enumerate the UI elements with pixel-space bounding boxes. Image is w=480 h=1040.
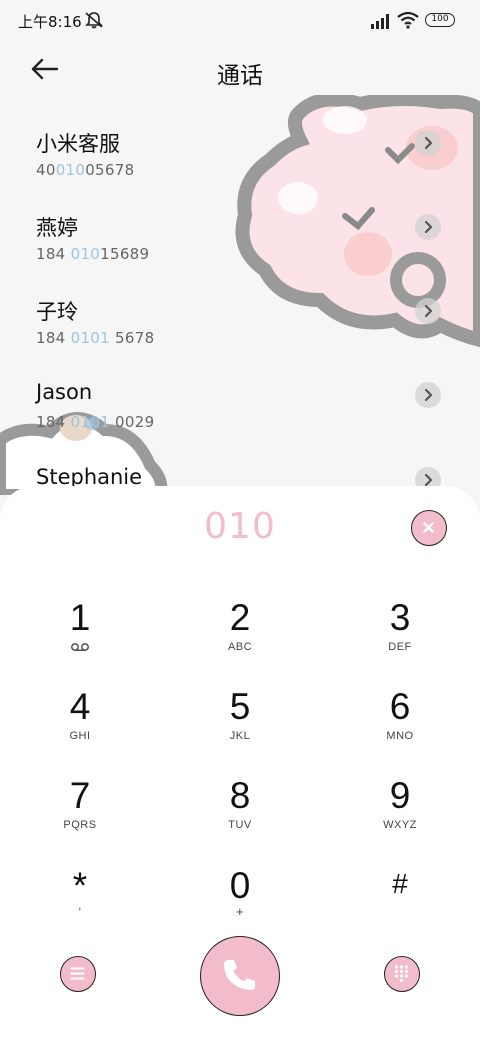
chevron-right-icon	[424, 388, 433, 402]
key-letters: ,	[78, 900, 82, 912]
key-letters: +	[235, 904, 245, 919]
page-title: 通话	[217, 63, 263, 89]
wifi-icon	[397, 11, 419, 29]
phone-icon	[224, 960, 255, 990]
list-item[interactable]: 子玲 184 0101 5678	[0, 296, 480, 380]
clear-button[interactable]	[411, 510, 447, 546]
contact-name: 燕婷	[36, 216, 78, 240]
contact-detail-button[interactable]	[415, 130, 441, 156]
contact-number: 4001005678	[36, 161, 135, 179]
dialpad-icon	[394, 965, 409, 983]
contact-number: 184 0101 0029	[36, 413, 155, 431]
close-icon	[423, 522, 434, 533]
voicemail-icon	[71, 643, 89, 651]
chevron-right-icon	[424, 136, 433, 150]
key-digit: 2	[229, 597, 251, 638]
keypad-toggle-button[interactable]	[384, 956, 420, 992]
dial-key-1[interactable]: 1	[20, 598, 140, 674]
dial-key-7[interactable]: 7 PQRS	[20, 776, 140, 852]
key-letters: JKL	[229, 730, 251, 742]
battery-icon: 100	[425, 13, 455, 27]
key-letters: MNO	[386, 730, 414, 742]
key-digit: 4	[69, 686, 91, 727]
dial-key-0[interactable]: 0 +	[180, 866, 300, 942]
dial-key-8[interactable]: 8 TUV	[180, 776, 300, 852]
contact-name: Jason	[36, 380, 93, 404]
key-digit: 0	[229, 865, 251, 906]
contact-detail-button[interactable]	[415, 214, 441, 240]
key-digit: 3	[389, 597, 411, 638]
dial-key-3[interactable]: 3 DEF	[340, 598, 460, 674]
contact-name: 子玲	[36, 300, 78, 324]
dial-key-9[interactable]: 9 WXYZ	[340, 776, 460, 852]
chevron-right-icon	[424, 220, 433, 234]
key-letters: WXYZ	[383, 819, 417, 831]
key-letters: TUV	[228, 819, 252, 831]
key-letters: GHI	[69, 730, 91, 742]
mute-bell-icon	[85, 12, 103, 29]
key-digit: 8	[229, 775, 251, 816]
status-time: 上午8:16	[18, 13, 82, 31]
chevron-right-icon	[424, 304, 433, 318]
menu-icon	[70, 967, 85, 980]
key-digit: #	[392, 868, 408, 899]
dial-key-hash[interactable]: #	[340, 864, 460, 940]
list-item[interactable]: Jason 184 0101 0029	[0, 380, 480, 464]
dial-key-4[interactable]: 4 GHI	[20, 687, 140, 763]
list-item[interactable]: 燕婷 184 01015689	[0, 212, 480, 296]
contact-number: 184 01015689	[36, 245, 150, 263]
dialpad-sheet: 010 1 2 ABC 3 DEF 4 GHI 5 JKL 6 MNO 7 PQ…	[0, 486, 480, 1040]
key-digit: 1	[69, 597, 91, 638]
menu-button[interactable]	[60, 956, 96, 992]
contact-number: 184 0101 5678	[36, 329, 155, 347]
dial-key-6[interactable]: 6 MNO	[340, 687, 460, 763]
contact-name: 小米客服	[36, 132, 120, 156]
key-digit: 6	[389, 686, 411, 727]
dial-key-2[interactable]: 2 ABC	[180, 598, 300, 674]
key-letters: DEF	[388, 641, 412, 653]
dial-key-star[interactable]: * ,	[20, 866, 140, 942]
key-letters: PQRS	[63, 819, 97, 831]
dial-key-5[interactable]: 5 JKL	[180, 687, 300, 763]
contact-detail-button[interactable]	[415, 382, 441, 408]
signal-icon	[371, 14, 389, 29]
key-digit: 5	[229, 686, 251, 727]
status-bar: 上午8:16 100	[0, 0, 480, 40]
key-letters: ABC	[227, 641, 253, 653]
contact-detail-button[interactable]	[415, 298, 441, 324]
call-button[interactable]	[200, 936, 280, 1016]
list-item[interactable]: 小米客服 4001005678	[0, 128, 480, 212]
key-digit: 7	[69, 775, 91, 816]
dial-input[interactable]: 010	[90, 506, 390, 547]
key-digit: 9	[389, 775, 411, 816]
